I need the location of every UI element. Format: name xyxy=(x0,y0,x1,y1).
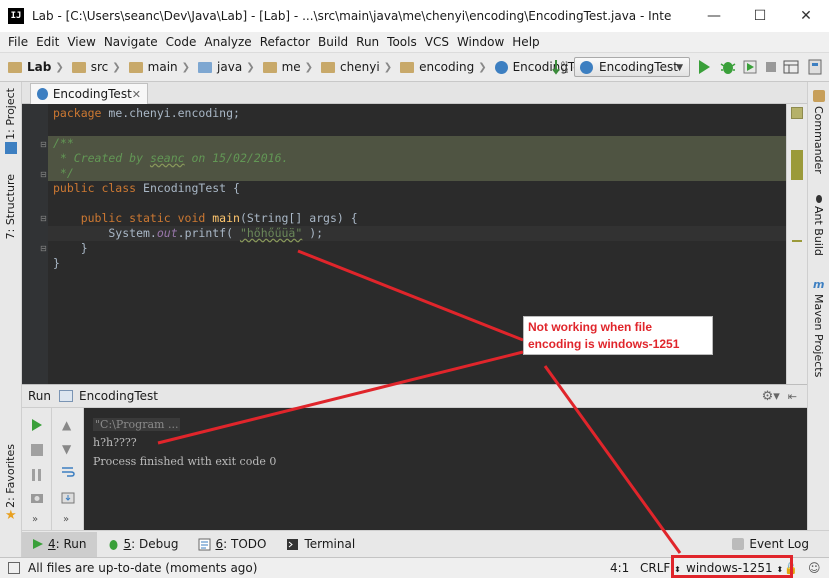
annotation-arrows xyxy=(157,249,682,554)
encoding-highlight-box xyxy=(671,555,793,578)
annotation-callout: Not working when file encoding is window… xyxy=(523,316,713,355)
